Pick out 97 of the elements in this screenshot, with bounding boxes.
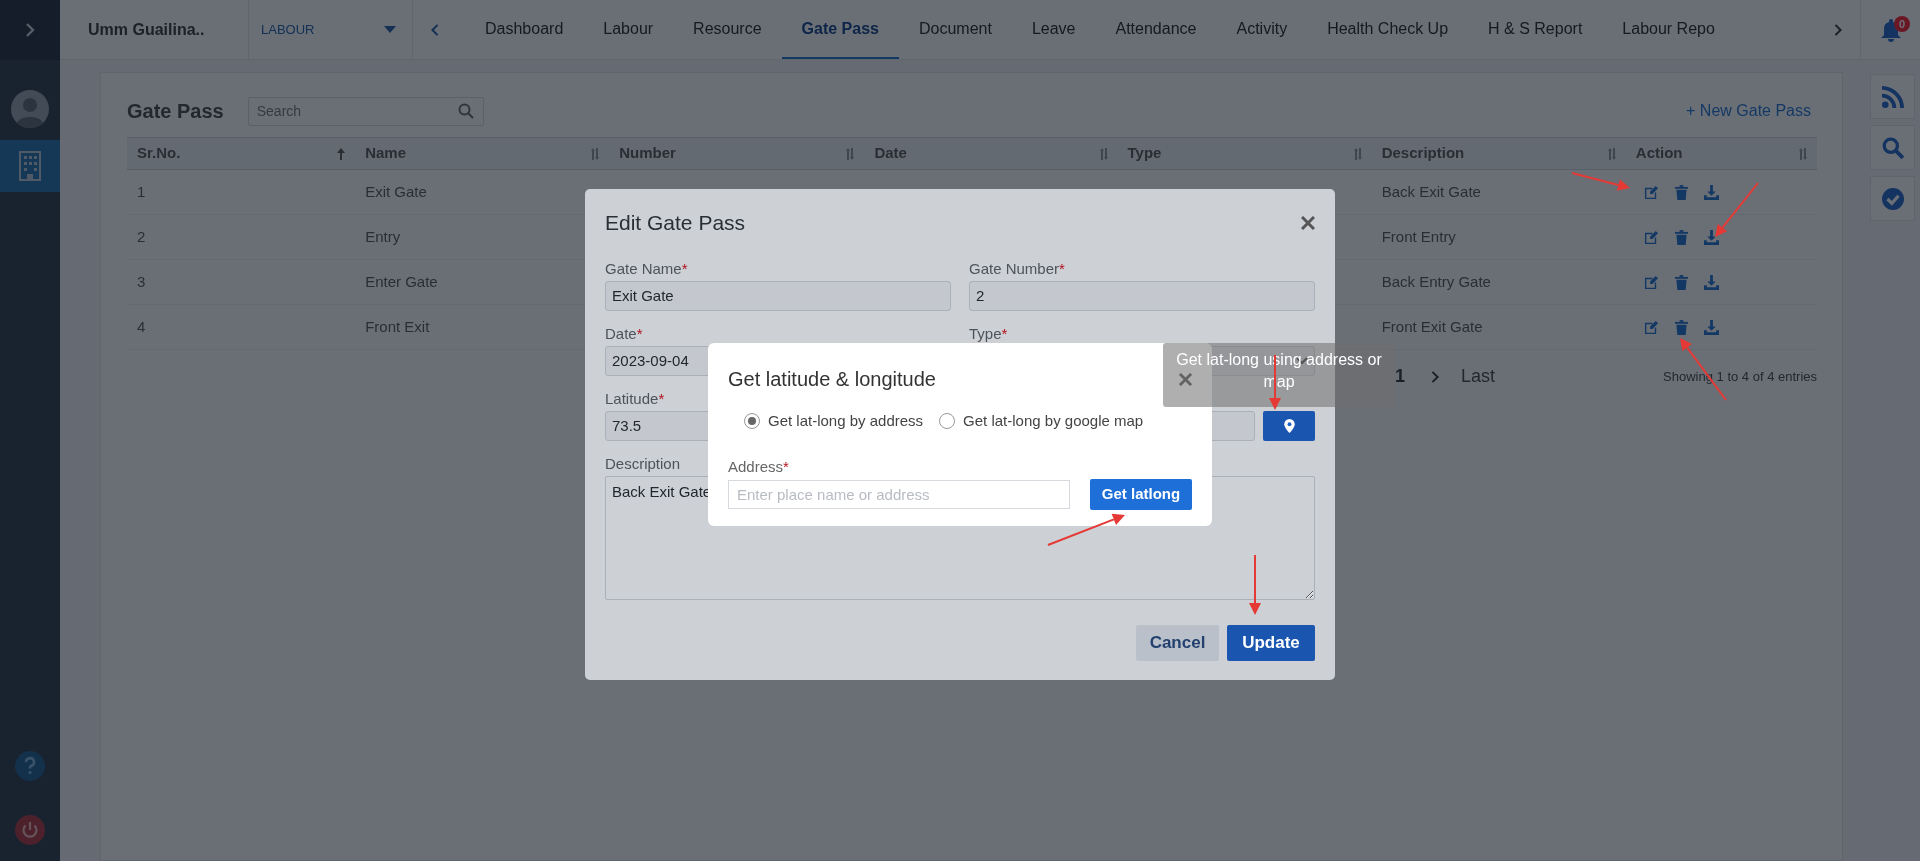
side-panel-button[interactable] <box>1870 74 1915 119</box>
close-button[interactable] <box>1179 372 1192 386</box>
chevron-right-icon <box>1429 368 1442 385</box>
update-button[interactable]: Update <box>1227 624 1315 661</box>
check-circle-icon <box>1881 187 1904 210</box>
avatar-icon[interactable] <box>11 90 49 128</box>
module-dropdown[interactable]: LABOUR <box>248 0 413 59</box>
column-header[interactable]: Sr.No. <box>137 142 181 165</box>
annotation-arrow <box>1715 182 1759 237</box>
close-icon <box>1179 372 1192 386</box>
get-latlong-button[interactable]: Get latlong <box>1090 478 1192 510</box>
sort-icon[interactable] <box>1099 147 1108 160</box>
close-button[interactable] <box>1301 215 1315 230</box>
column-header[interactable]: Type <box>1127 142 1162 165</box>
column-header[interactable]: Date <box>874 142 907 165</box>
radio-label[interactable]: Get lat-long by address <box>768 410 924 433</box>
edit-icon[interactable] <box>1643 319 1659 335</box>
table-cell: Back Entry Gate <box>1381 272 1491 290</box>
field-label: Description <box>605 453 681 474</box>
map-pin-icon <box>1283 418 1295 433</box>
annotation-arrow <box>1249 554 1261 615</box>
nav-tab[interactable]: Document <box>899 0 1012 59</box>
page-title: Gate Pass <box>127 99 224 124</box>
annotation-arrow <box>1571 172 1630 191</box>
sort-icon[interactable] <box>1607 147 1616 160</box>
column-header[interactable]: Action <box>1635 142 1683 165</box>
nav-tab[interactable]: Labour Repo <box>1602 0 1735 59</box>
nav-tab[interactable]: Activity <box>1216 0 1308 59</box>
column-header[interactable]: Name <box>365 142 406 165</box>
table-cell: Front Exit <box>365 317 430 335</box>
download-icon[interactable] <box>1703 229 1719 245</box>
table-cell: Front Exit Gate <box>1381 317 1483 335</box>
download-icon[interactable] <box>1703 319 1719 335</box>
nav-tab[interactable]: Gate Pass <box>781 0 899 59</box>
search-icon <box>457 102 474 119</box>
side-panel-button[interactable] <box>1870 125 1915 170</box>
chevron-left-icon <box>429 21 441 38</box>
table-cell: 2 <box>137 227 146 245</box>
text-field[interactable]: 2 <box>969 280 1315 311</box>
search-icon <box>1881 136 1904 159</box>
table-cell: Back Exit Gate <box>1381 182 1481 200</box>
text-field[interactable]: Exit Gate <box>605 280 951 311</box>
dialog-title: Get latitude & longitude <box>728 367 936 392</box>
chevron-right-icon <box>1832 21 1844 38</box>
side-panel-button[interactable] <box>1870 176 1915 221</box>
notification-count: 0 <box>1894 16 1910 32</box>
download-icon[interactable] <box>1703 184 1719 200</box>
dialog-title: Edit Gate Pass <box>605 210 746 236</box>
field-label: Latitude* <box>605 388 665 409</box>
cancel-button[interactable]: Cancel <box>1136 624 1219 661</box>
delete-icon[interactable] <box>1674 319 1688 335</box>
nav-tab[interactable]: Attendance <box>1095 0 1217 59</box>
table-cell: 1 <box>137 182 146 200</box>
table-cell: Front Entry <box>1381 227 1456 245</box>
delete-icon[interactable] <box>1674 229 1688 245</box>
module-item[interactable] <box>0 140 60 192</box>
sort-ascending-icon[interactable] <box>337 147 346 160</box>
last-page-button[interactable]: Last <box>1457 366 1500 388</box>
field-label: Type* <box>969 323 1008 344</box>
field-label: Address* <box>728 456 789 477</box>
delete-icon[interactable] <box>1674 184 1688 200</box>
building-icon <box>19 151 41 181</box>
nav-tab[interactable]: H & S Report <box>1468 0 1603 59</box>
rss-feed-icon <box>1881 85 1904 108</box>
sort-icon[interactable] <box>1353 147 1362 160</box>
field-label: Gate Name* <box>605 258 688 279</box>
help-icon[interactable] <box>15 751 45 781</box>
address-field[interactable]: Enter place name or address <box>728 479 1070 509</box>
table-cell: Enter Gate <box>365 272 438 290</box>
field-label: Gate Number* <box>969 258 1065 279</box>
caret-icon <box>384 25 396 34</box>
expand-icon[interactable] <box>23 21 37 39</box>
edit-icon[interactable] <box>1643 274 1659 290</box>
field-label: Date* <box>605 323 643 344</box>
nav-tab[interactable]: Health Check Up <box>1307 0 1469 59</box>
nav-tab[interactable]: Dashboard <box>465 0 584 59</box>
new-gate-pass-link[interactable]: + New Gate Pass <box>1680 98 1817 124</box>
table-cell: 3 <box>137 272 146 290</box>
edit-icon[interactable] <box>1643 229 1659 245</box>
sort-icon[interactable] <box>846 147 855 160</box>
nav-tab[interactable]: Resource <box>673 0 782 59</box>
table-cell: Exit Gate <box>365 182 427 200</box>
power-icon[interactable] <box>15 815 45 845</box>
project-name: Umm Guailina.. <box>87 19 206 40</box>
download-icon[interactable] <box>1703 274 1719 290</box>
close-icon <box>1301 215 1315 230</box>
delete-icon[interactable] <box>1674 274 1688 290</box>
nav-tab[interactable]: Leave <box>1011 0 1096 59</box>
table-cell: 4 <box>137 317 146 335</box>
nav-tab[interactable]: Labour <box>583 0 674 59</box>
table-cell: Entry <box>365 227 401 245</box>
sort-icon[interactable] <box>591 147 600 160</box>
edit-icon[interactable] <box>1643 184 1659 200</box>
column-header[interactable]: Number <box>619 142 676 165</box>
radio-label[interactable]: Get lat-long by google map <box>963 410 1144 433</box>
sort-icon[interactable] <box>1799 147 1807 160</box>
map-location-button[interactable] <box>1263 410 1315 441</box>
